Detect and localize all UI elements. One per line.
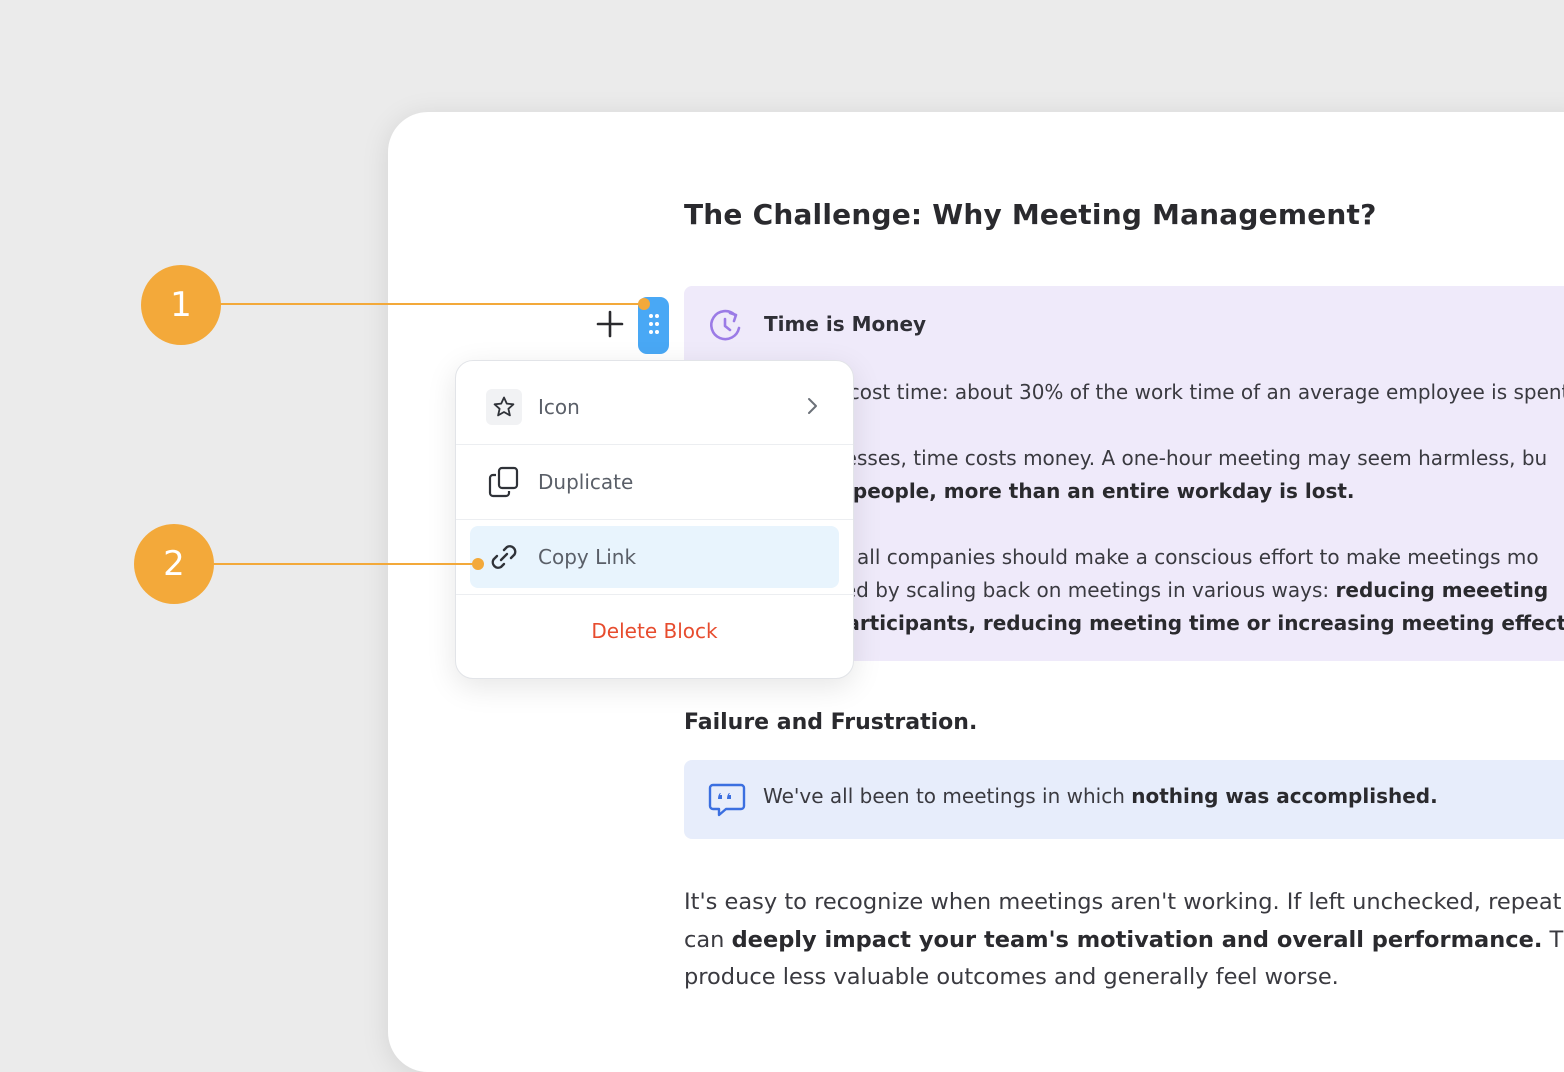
block-context-menu: Icon Duplicate Copy Link Delete Block — [455, 360, 854, 679]
menu-item-duplicate[interactable]: Duplicate — [470, 451, 839, 513]
annotation-dot-2 — [472, 558, 484, 570]
callout-title: Time is Money — [764, 312, 927, 336]
callout-p3-line1: e, all companies should make a conscious… — [832, 545, 1539, 569]
menu-divider — [456, 519, 853, 520]
delete-block-button[interactable]: Delete Block — [456, 619, 853, 643]
menu-item-copy-link-label: Copy Link — [538, 545, 637, 569]
body-line-2b: They — [1549, 926, 1564, 953]
menu-item-duplicate-label: Duplicate — [538, 470, 634, 494]
quote-bold: nothing was accomplished. — [1131, 784, 1438, 808]
callout-quote[interactable]: We've all been to meetings in which noth… — [684, 760, 1564, 839]
body-line-1: It's easy to recognize when meetings are… — [684, 889, 1562, 915]
clock-refresh-icon — [708, 306, 744, 350]
body-line-2-bold: deeply impact your team's motivation and… — [731, 926, 1543, 953]
menu-item-icon-label: Icon — [538, 395, 580, 419]
annotation-badge-2: 2 — [134, 524, 214, 604]
quote-plain: We've all been to meetings in which — [763, 784, 1132, 808]
callout-paragraph-3: e, all companies should make a conscious… — [832, 541, 1564, 640]
callout-paragraph-2: nesses, time costs money. A one-hour mee… — [832, 442, 1564, 508]
annotation-leader-1 — [215, 303, 643, 305]
link-icon — [486, 539, 522, 575]
drag-handle-icon — [647, 311, 661, 341]
annotation-leader-2 — [210, 563, 480, 565]
callout-p2-line2: 8 people, more than an entire workday is… — [832, 479, 1355, 503]
callout-body: s cost time: about 30% of the work time … — [832, 376, 1564, 640]
chevron-right-icon — [805, 396, 819, 420]
menu-divider — [456, 594, 853, 595]
menu-item-icon[interactable]: Icon — [470, 376, 839, 438]
plus-icon — [595, 309, 625, 343]
callout-p3-line3: participants, reducing meeting time or i… — [832, 611, 1564, 635]
menu-divider — [456, 444, 853, 445]
page-title: The Challenge: Why Meeting Management? — [684, 198, 1377, 231]
add-block-button[interactable] — [592, 308, 628, 344]
callout-paragraph-1: s cost time: about 30% of the work time … — [832, 380, 1564, 404]
callout-p3-line2: ved by scaling back on meetings in vario… — [832, 578, 1336, 602]
duplicate-icon — [486, 464, 522, 500]
callout-p3-line2-bold: reducing meeeting — [1335, 578, 1549, 602]
star-icon — [486, 389, 522, 425]
quote-text: We've all been to meetings in which noth… — [763, 784, 1438, 808]
body-paragraph: It's easy to recognize when meetings are… — [684, 884, 1564, 997]
body-line-3: produce less valuable outcomes and gener… — [684, 964, 1339, 990]
body-line-2a: can — [684, 926, 732, 953]
callout-p2-line1: nesses, time costs money. A one-hour mee… — [832, 446, 1548, 470]
annotation-dot-1 — [638, 298, 650, 310]
quote-bubble-icon — [708, 782, 746, 822]
menu-item-icon-wrap — [486, 389, 522, 425]
menu-item-copy-link[interactable]: Copy Link — [470, 526, 839, 588]
section-heading: Failure and Frustration. — [684, 710, 978, 735]
annotation-badge-1: 1 — [141, 265, 221, 345]
